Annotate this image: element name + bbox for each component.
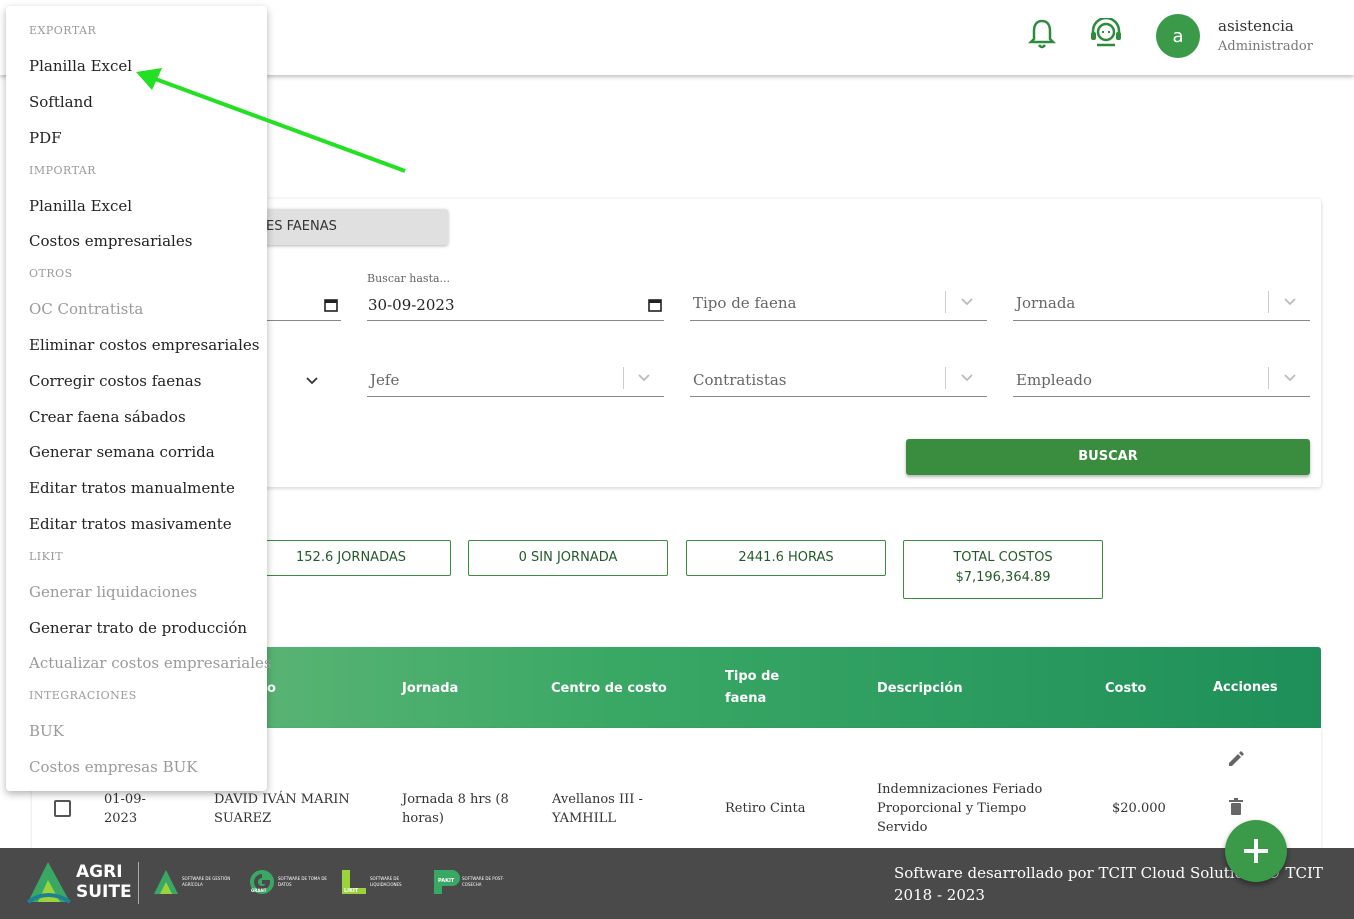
row-costo: $20.000 xyxy=(1112,801,1166,816)
plus-icon xyxy=(1244,839,1268,863)
menu-item[interactable]: Generar semana corrida xyxy=(29,443,215,461)
menu-item: BUK xyxy=(29,722,64,740)
footer-divider xyxy=(138,862,139,904)
headset-icon[interactable] xyxy=(1088,18,1124,50)
user-name: asistencia xyxy=(1218,17,1294,35)
menu-item[interactable]: Costos empresariales xyxy=(29,232,192,250)
total-costos-label: TOTAL COSTOS xyxy=(953,550,1053,565)
hasta-label: Buscar hasta... xyxy=(367,272,451,285)
th-empleado[interactable]: o xyxy=(267,681,276,696)
menu-section-header: INTEGRACIONES xyxy=(29,689,137,702)
th-centro-costo[interactable]: Centro de costo xyxy=(551,681,667,696)
menu-item[interactable]: Planilla Excel xyxy=(29,57,132,75)
menu-item[interactable]: Generar trato de producción xyxy=(29,619,247,637)
row-tipo-faena: Retiro Cinta xyxy=(725,801,806,816)
actions-menu: EXPORTAR Planilla Excel Softland PDF IMPORTA… xyxy=(6,6,272,791)
select-separator xyxy=(945,291,946,313)
pakit-logo: PAKIT SOFTWARE DE POST-COSECHA xyxy=(432,868,512,898)
menu-item: Costos empresas BUK xyxy=(29,758,198,776)
menu-item[interactable]: PDF xyxy=(29,129,62,147)
menu-section-header: IMPORTAR xyxy=(29,164,97,177)
add-button[interactable] xyxy=(1225,820,1287,882)
th-descripcion[interactable]: Descripción xyxy=(877,681,963,696)
tipo-faena-placeholder: Tipo de faena xyxy=(693,294,797,312)
grant-logo: GRANT SOFTWARE DE TOMA DE DATOS xyxy=(248,868,328,898)
chevron-down-icon[interactable] xyxy=(960,295,974,309)
th-costo[interactable]: Costo xyxy=(1105,681,1146,696)
th-jornada[interactable]: Jornada xyxy=(402,681,458,696)
select-separator xyxy=(1268,291,1269,313)
chevron-down-icon[interactable] xyxy=(1283,295,1297,309)
calendar-icon[interactable] xyxy=(324,298,338,312)
agri-product-logo: SOFTWARE DE GESTIÓN AGRÍCOLA xyxy=(152,868,232,898)
jefe-placeholder: Jefe xyxy=(370,371,400,389)
chevron-down-icon[interactable] xyxy=(960,371,974,385)
row-checkbox[interactable] xyxy=(54,800,71,817)
agrisuite-logo: AGRI SUITE xyxy=(26,858,132,908)
calendar-icon[interactable] xyxy=(648,298,662,312)
total-costos-value: $7,196,364.89 xyxy=(955,570,1051,585)
user-role: Administrador xyxy=(1218,39,1313,54)
menu-item[interactable]: Corregir costos faenas xyxy=(29,372,201,390)
th-tipo-faena-2[interactable]: faena xyxy=(725,691,766,706)
menu-item: Actualizar costos empresariales xyxy=(29,654,272,672)
avatar[interactable]: a xyxy=(1156,14,1200,58)
menu-item[interactable]: Eliminar costos empresariales xyxy=(29,336,259,354)
agrisuite-brand-1: AGRI xyxy=(76,862,123,882)
menu-section-header: OTROS xyxy=(29,267,73,280)
row-centro-costo: Avellanos III - YAMHILL xyxy=(552,792,643,826)
menu-section-header: LIKIT xyxy=(29,550,64,563)
agrisuite-brand-2: SUITE xyxy=(76,882,132,902)
row-empleado: DAVID IVÁN MARIN SUAREZ xyxy=(214,792,350,826)
menu-item: Generar liquidaciones xyxy=(29,583,198,601)
stat-jornadas: 152.6 JORNADAS xyxy=(251,540,451,576)
agrisuite-mark xyxy=(26,862,72,904)
jornada-placeholder: Jornada xyxy=(1016,294,1076,312)
jefe-select[interactable] xyxy=(367,364,664,397)
menu-item[interactable]: Editar tratos masivamente xyxy=(29,515,232,533)
menu-item[interactable]: Planilla Excel xyxy=(29,197,132,215)
menu-item[interactable]: Editar tratos manualmente xyxy=(29,479,235,497)
buscar-button[interactable]: BUSCAR xyxy=(906,439,1310,475)
stat-sin-jornada: 0 SIN JORNADA xyxy=(468,540,668,576)
row-descripcion: Indemnizaciones Feriado Proporcional y Ti… xyxy=(877,782,1043,835)
edit-icon[interactable] xyxy=(1226,749,1246,769)
menu-item[interactable]: Crear faena sábados xyxy=(29,408,186,426)
empleado-placeholder: Empleado xyxy=(1016,371,1093,389)
th-acciones: Acciones xyxy=(1213,680,1278,695)
contratistas-placeholder: Contratistas xyxy=(693,371,787,389)
chevron-down-icon[interactable] xyxy=(305,374,319,388)
row-jornada: Jornada 8 hrs (8 horas) xyxy=(402,792,509,826)
menu-item[interactable]: Softland xyxy=(29,93,93,111)
th-tipo-faena-1[interactable]: Tipo de xyxy=(725,669,779,684)
delete-icon[interactable] xyxy=(1226,797,1246,817)
chevron-down-icon[interactable] xyxy=(637,371,651,385)
select-separator xyxy=(623,367,624,389)
menu-section-header: EXPORTAR xyxy=(29,24,97,37)
stat-horas: 2441.6 HORAS xyxy=(686,540,886,576)
row-fecha: 01-09- 2023 xyxy=(104,792,146,826)
hasta-value: 30-09-2023 xyxy=(368,296,455,314)
likit-logo: LIKIT SOFTWARE DE LIQUIDACIONES xyxy=(340,868,420,898)
bell-icon[interactable] xyxy=(1027,18,1057,50)
chevron-down-icon[interactable] xyxy=(1283,371,1297,385)
stat-total-costos: TOTAL COSTOS $7,196,364.89 xyxy=(903,540,1103,599)
select-separator xyxy=(1268,367,1269,389)
select-separator xyxy=(945,367,946,389)
menu-item: OC Contratista xyxy=(29,300,144,318)
